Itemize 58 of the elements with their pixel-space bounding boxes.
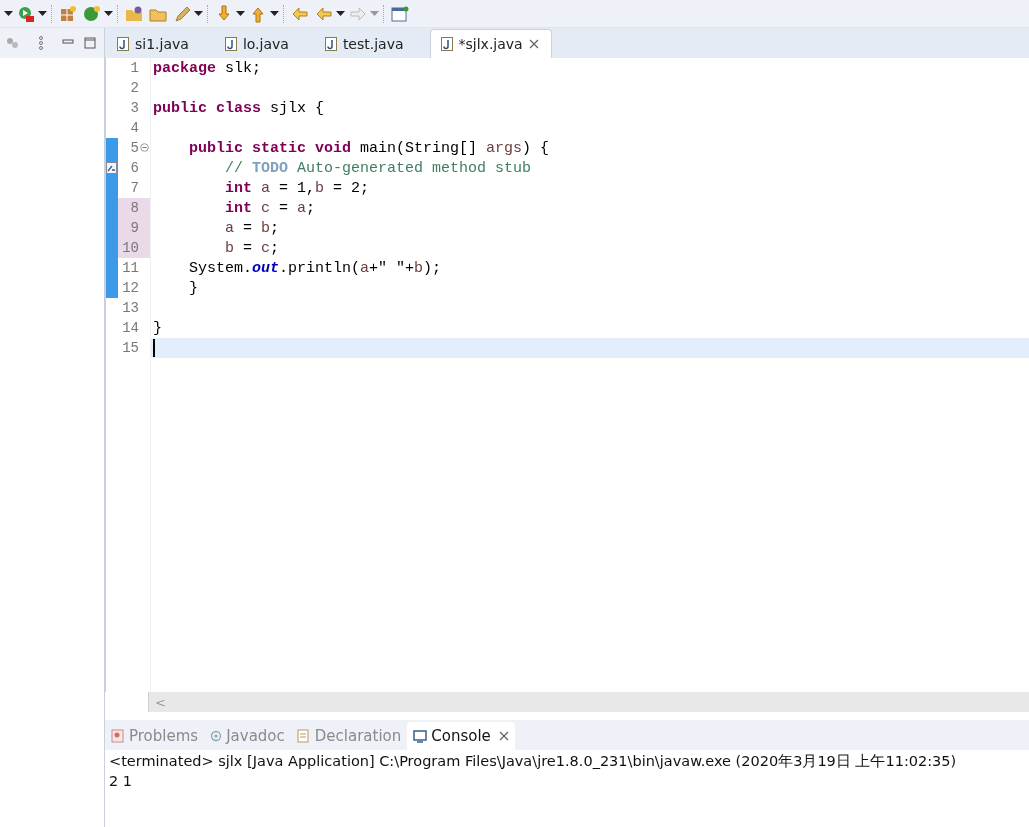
code-line: package slk;	[153, 59, 262, 77]
view-menu-icon[interactable]	[6, 37, 20, 49]
window-icon[interactable]	[391, 4, 409, 23]
monitor-icon	[413, 729, 428, 743]
maximize-icon[interactable]	[84, 37, 96, 49]
java-file-icon	[324, 36, 337, 51]
line-number: 8	[118, 198, 150, 218]
editor-tab[interactable]: lo.java	[214, 29, 301, 58]
line-number: 5	[118, 138, 150, 158]
dropdown-caret-icon[interactable]	[270, 9, 280, 18]
line-number: 9	[118, 218, 150, 238]
console-header: <terminated> sjlx [Java Application] C:\Program Files\Java\jre1.8.0_231\bin\javaw.exe (2020年3月19日 上午11:02:35)	[109, 752, 958, 771]
java-file-icon	[117, 36, 129, 51]
code-line: public static void main(String[] args) {	[188, 139, 550, 157]
problems-icon	[111, 729, 125, 743]
close-icon[interactable]	[498, 731, 509, 741]
editor-tab[interactable]: test.java	[314, 29, 416, 58]
code-line: int a = 1,b = 2;	[224, 179, 370, 197]
dropdown-caret-icon[interactable]	[38, 9, 48, 18]
java-file-icon	[440, 37, 453, 51]
line-number: 2	[129, 79, 140, 98]
collapse-icon[interactable]	[140, 143, 149, 152]
document-icon	[296, 728, 311, 744]
code-line: public class sjlx {	[153, 99, 325, 117]
folder-icon[interactable]	[125, 4, 143, 23]
dropdown-caret-icon[interactable]	[104, 9, 114, 18]
editor-tab[interactable]: *sjlx.java	[429, 29, 552, 58]
dropdown-caret-icon[interactable]	[194, 9, 204, 18]
dropdown-caret-icon[interactable]	[4, 9, 14, 18]
line-number: 10	[118, 238, 150, 258]
run-icon[interactable]	[17, 4, 35, 23]
package-icon[interactable]	[59, 4, 77, 23]
line-number: 12	[121, 279, 140, 298]
line-number: 15	[121, 339, 140, 358]
editor-tab[interactable]: si1.java	[107, 29, 201, 58]
line-number: 6	[129, 159, 140, 178]
code-line: // TODO Auto-generated method stub	[224, 159, 532, 177]
code-line: System.out.println(a+" "+b);	[188, 259, 442, 277]
view-tab[interactable]: Console	[407, 722, 515, 750]
line-number: 4	[129, 119, 140, 138]
code-line: }	[153, 319, 162, 337]
java-file-icon	[224, 36, 237, 51]
dropdown-caret-icon[interactable]	[336, 9, 346, 18]
code-line: a = b;	[224, 219, 280, 237]
line-number: 13	[121, 299, 140, 318]
dropdown-caret-icon[interactable]	[236, 9, 246, 18]
more-icon[interactable]	[38, 36, 44, 50]
line-number: 7	[129, 179, 140, 198]
code-line: b = c;	[224, 239, 280, 257]
line-number: 14	[121, 319, 140, 338]
console-output: 2 1	[109, 773, 134, 791]
code-line: int c = a;	[224, 199, 316, 217]
line-number: 1	[129, 59, 140, 78]
close-icon[interactable]	[528, 39, 539, 49]
text-cursor	[153, 339, 155, 357]
line-number: 3	[129, 99, 140, 118]
code-line: }	[188, 279, 198, 297]
line-number: 11	[121, 259, 140, 278]
